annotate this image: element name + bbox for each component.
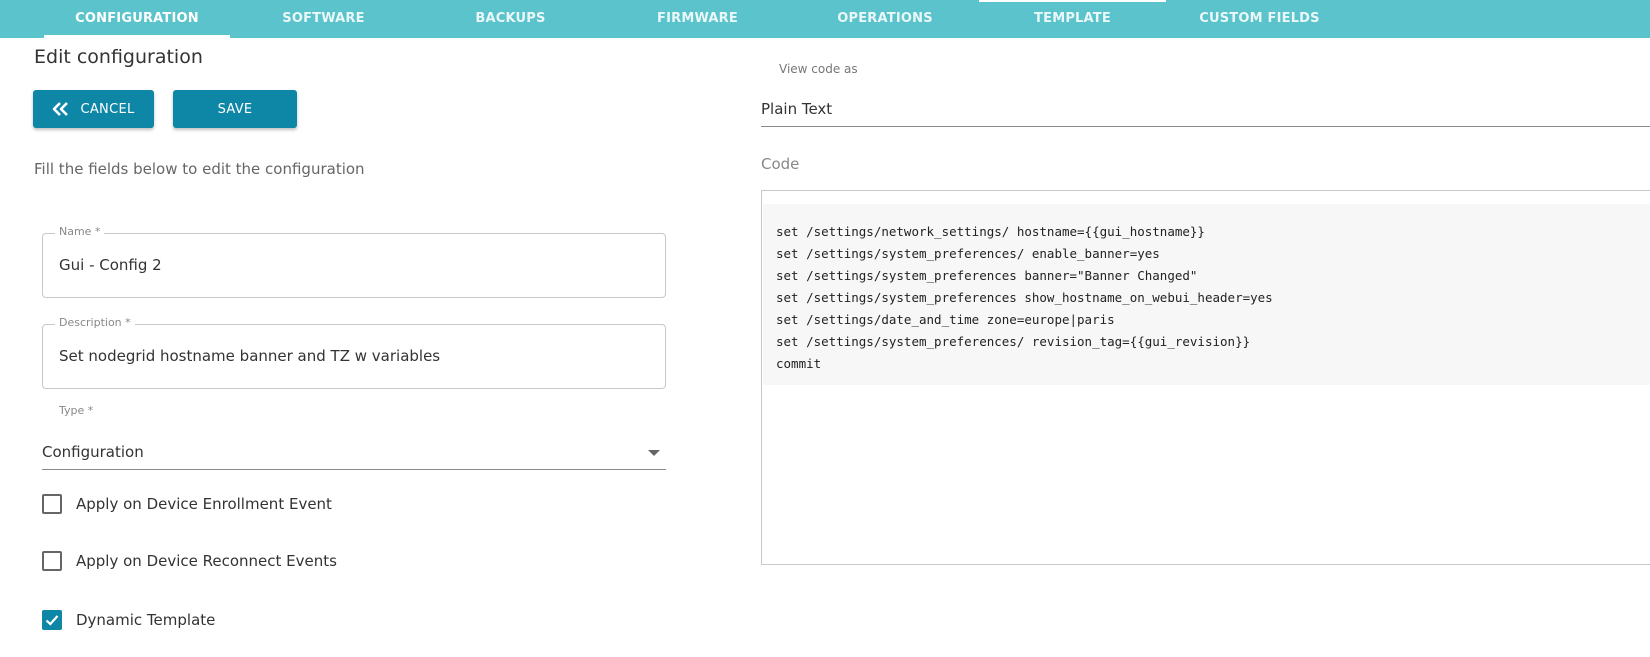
type-select-label: Type * bbox=[59, 404, 94, 417]
tab-firmware[interactable]: FIRMWARE bbox=[604, 0, 791, 38]
dynamic-template-label: Dynamic Template bbox=[76, 611, 216, 629]
caret-down-icon bbox=[648, 450, 660, 456]
tab-backups[interactable]: BACKUPS bbox=[417, 0, 604, 38]
code-editor[interactable]: set /settings/network_settings/ hostname… bbox=[761, 190, 1650, 565]
enrollment-event-checkbox[interactable] bbox=[42, 494, 62, 514]
code-line: set /settings/system_preferences banner=… bbox=[776, 268, 1198, 283]
name-field-label: Name * bbox=[55, 225, 105, 238]
dynamic-template-checkbox[interactable] bbox=[42, 610, 62, 630]
reconnect-events-checkbox-row[interactable]: Apply on Device Reconnect Events bbox=[42, 551, 337, 571]
description-field[interactable]: Description * Set nodegrid hostname bann… bbox=[42, 316, 666, 389]
tab-custom-fields[interactable]: CUSTOM FIELDS bbox=[1166, 0, 1353, 38]
code-line: commit bbox=[776, 356, 822, 371]
code-line: set /settings/system_preferences/ enable… bbox=[776, 246, 1160, 261]
view-code-as-label: View code as bbox=[779, 62, 858, 76]
description-field-value: Set nodegrid hostname banner and TZ w va… bbox=[59, 347, 441, 365]
tab-template[interactable]: TEMPLATE bbox=[979, 0, 1166, 38]
cancel-button[interactable]: CANCEL bbox=[33, 90, 154, 128]
tab-operations[interactable]: OPERATIONS bbox=[791, 0, 979, 38]
tab-configuration[interactable]: CONFIGURATION bbox=[44, 0, 230, 38]
name-field-value: Gui - Config 2 bbox=[59, 256, 162, 274]
enrollment-event-label: Apply on Device Enrollment Event bbox=[76, 495, 332, 513]
reconnect-events-label: Apply on Device Reconnect Events bbox=[76, 552, 337, 570]
page-title: Edit configuration bbox=[34, 46, 203, 68]
code-line: set /settings/date_and_time zone=europe|… bbox=[776, 312, 1115, 327]
enrollment-event-checkbox-row[interactable]: Apply on Device Enrollment Event bbox=[42, 494, 332, 514]
double-chevron-left-icon bbox=[53, 102, 69, 116]
dynamic-template-checkbox-row[interactable]: Dynamic Template bbox=[42, 610, 215, 630]
code-text-area[interactable]: set /settings/network_settings/ hostname… bbox=[763, 204, 1650, 385]
checkmark-icon bbox=[45, 615, 59, 626]
helper-text: Fill the fields below to edit the config… bbox=[34, 160, 365, 178]
type-select[interactable]: Configuration bbox=[42, 436, 666, 470]
view-code-as-select[interactable]: Plain Text bbox=[761, 96, 1650, 127]
save-button-label: SAVE bbox=[217, 101, 253, 117]
code-line: set /settings/system_preferences show_ho… bbox=[776, 290, 1273, 305]
code-line: set /settings/system_preferences/ revisi… bbox=[776, 334, 1251, 349]
name-field[interactable]: Name * Gui - Config 2 bbox=[42, 225, 666, 298]
top-nav: CONFIGURATION SOFTWARE BACKUPS FIRMWARE … bbox=[0, 0, 1650, 38]
reconnect-events-checkbox[interactable] bbox=[42, 551, 62, 571]
save-button[interactable]: SAVE bbox=[173, 90, 297, 128]
description-field-label: Description * bbox=[55, 316, 135, 329]
cancel-button-label: CANCEL bbox=[80, 101, 135, 117]
code-line: set /settings/network_settings/ hostname… bbox=[776, 224, 1205, 239]
code-label: Code bbox=[761, 155, 800, 173]
type-select-value: Configuration bbox=[42, 443, 144, 461]
view-code-as-value: Plain Text bbox=[761, 100, 833, 118]
tab-software[interactable]: SOFTWARE bbox=[230, 0, 417, 38]
